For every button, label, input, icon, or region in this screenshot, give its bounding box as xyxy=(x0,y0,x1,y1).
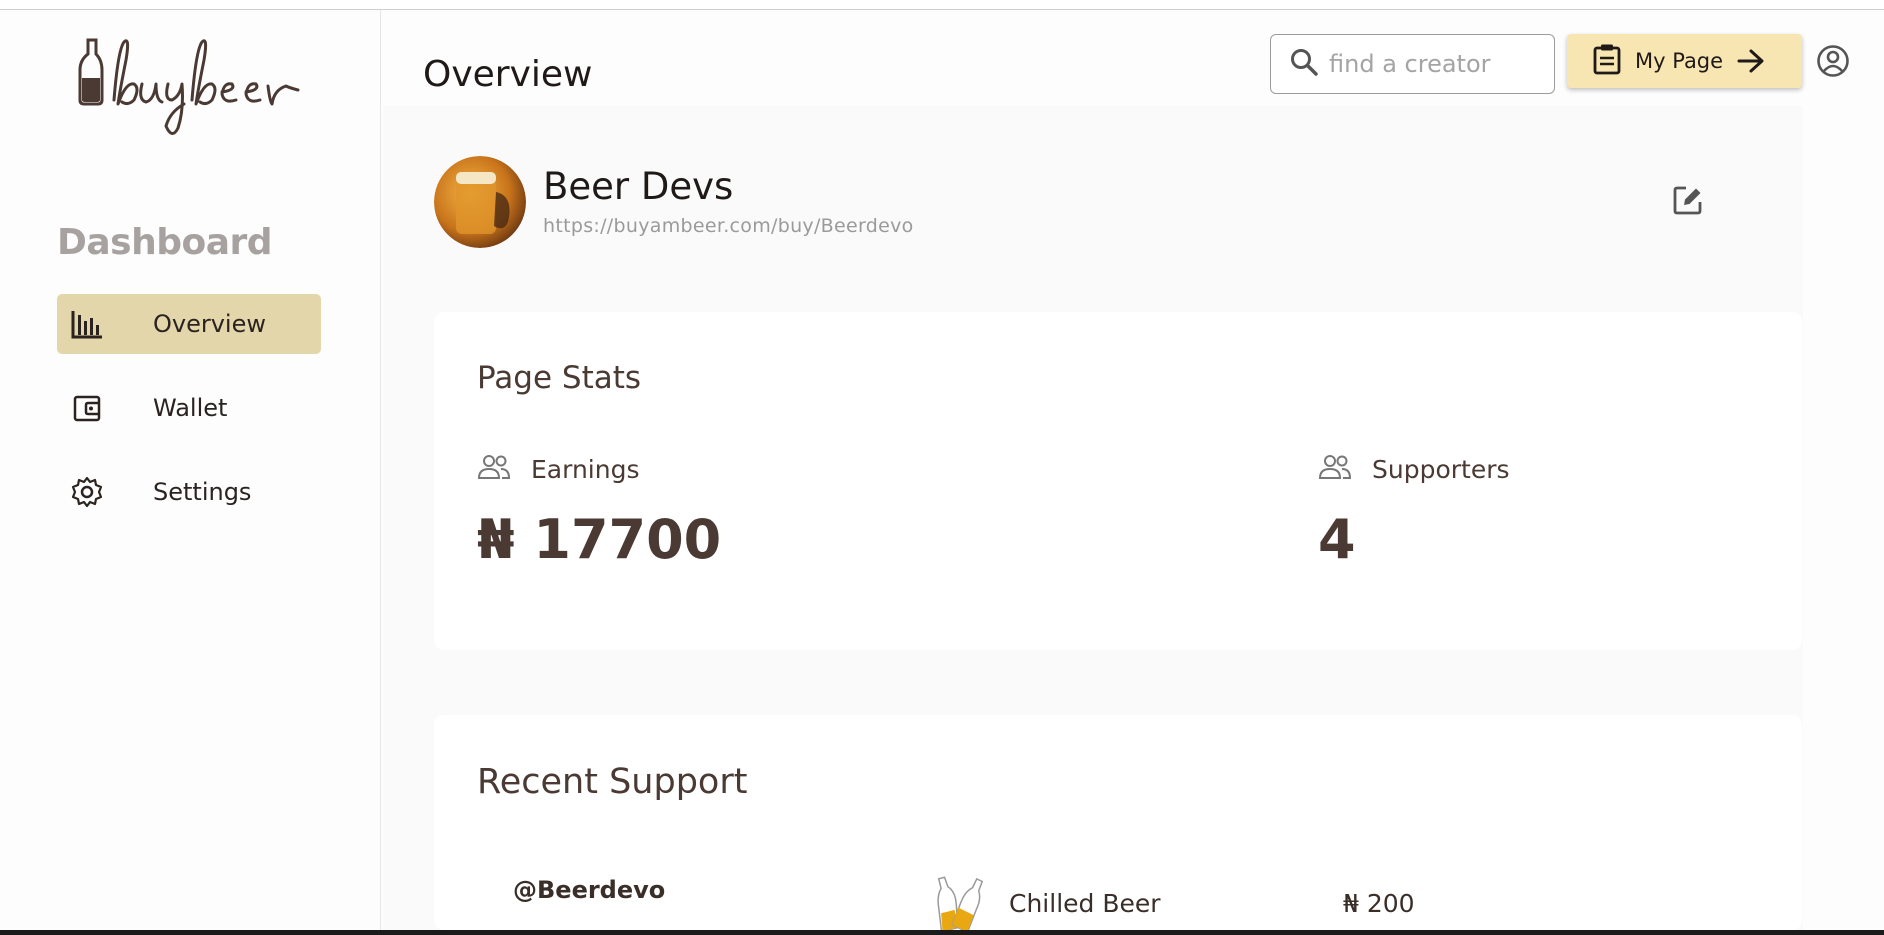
avatar[interactable] xyxy=(434,156,526,248)
profile-url[interactable]: https://buyambeer.com/buy/Beerdevo xyxy=(543,215,914,237)
sidebar-item-label: Overview xyxy=(153,310,266,338)
browser-top-border xyxy=(0,0,1884,10)
buybeer-logo[interactable] xyxy=(76,30,308,140)
page-stats-title: Page Stats xyxy=(477,360,642,396)
search-input[interactable] xyxy=(1329,50,1549,78)
my-page-button[interactable]: My Page xyxy=(1567,34,1802,88)
search-icon xyxy=(1289,47,1319,81)
earnings-value: ₦ 17700 xyxy=(477,508,722,571)
people-icon xyxy=(477,452,511,486)
supporters-label-text: Supporters xyxy=(1372,454,1510,484)
supporter-username[interactable]: @Beerdevo xyxy=(513,876,665,904)
gear-icon xyxy=(67,472,107,512)
beer-bottles-icon xyxy=(937,876,984,930)
page-title: Overview xyxy=(423,54,593,95)
page-stats-card: Page Stats Earnings ₦ 17700 Supporters 4 xyxy=(434,312,1802,650)
sidebar-item-overview[interactable]: Overview xyxy=(57,294,321,354)
arrow-right-icon xyxy=(1737,49,1765,73)
account-circle-icon[interactable] xyxy=(1816,44,1850,78)
search-box[interactable] xyxy=(1270,34,1555,94)
sidebar-item-wallet[interactable]: Wallet xyxy=(57,378,321,438)
earnings-label: Earnings xyxy=(477,452,639,486)
wallet-icon xyxy=(67,388,107,428)
sidebar-item-label: Wallet xyxy=(153,394,228,422)
sidebar-title: Dashboard xyxy=(57,222,273,263)
sidebar-item-settings[interactable]: Settings xyxy=(57,462,321,522)
my-page-label: My Page xyxy=(1635,49,1724,73)
bar-chart-icon xyxy=(67,304,107,344)
clipboard-icon xyxy=(1593,43,1621,79)
edit-icon[interactable] xyxy=(1672,184,1704,216)
supporters-value: 4 xyxy=(1318,508,1356,571)
browser-bottom-bar xyxy=(0,930,1884,935)
supporters-label: Supporters xyxy=(1318,452,1510,486)
recent-support-title: Recent Support xyxy=(477,762,748,802)
people-icon xyxy=(1318,452,1352,486)
profile-name: Beer Devs xyxy=(543,165,734,208)
sidebar-item-label: Settings xyxy=(153,478,252,506)
earnings-label-text: Earnings xyxy=(531,454,640,484)
support-item-name: Chilled Beer xyxy=(1009,889,1161,918)
support-amount: ₦ 200 xyxy=(1343,889,1415,918)
